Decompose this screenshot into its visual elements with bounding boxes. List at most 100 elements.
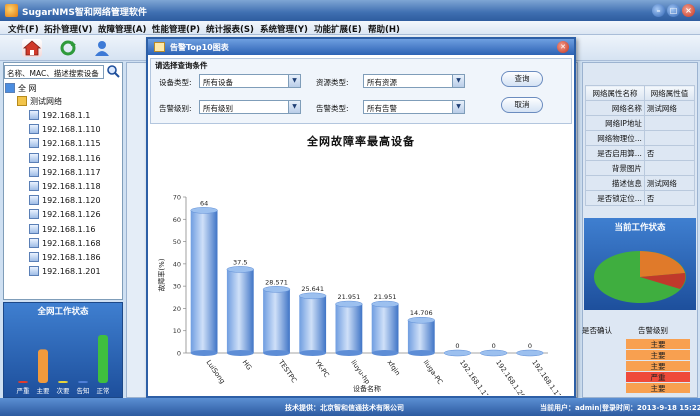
bar <box>226 269 254 353</box>
user-icon[interactable] <box>92 39 112 57</box>
status-label: 正常 <box>97 386 110 395</box>
property-row: 背景图片 <box>585 160 696 176</box>
chevron-down-icon: ▼ <box>288 101 300 113</box>
alarm-level-cell: 主要 <box>626 361 690 371</box>
query-button[interactable]: 查询 <box>501 71 543 87</box>
tree-node[interactable]: 192.168.1.201 <box>29 266 101 279</box>
menu-fault[interactable]: 故障管理(A) <box>98 23 146 35</box>
bar-value-label: 0 <box>455 342 459 350</box>
bar <box>263 289 290 353</box>
bar-value-label: 21.951 <box>338 293 361 301</box>
bar-value-label: 0 <box>528 342 532 350</box>
property-row: 网络IP地址 <box>585 115 696 131</box>
bar-top <box>226 266 254 273</box>
status-bar-1 <box>38 349 48 383</box>
category-label: TESTPC <box>276 358 298 385</box>
properties-table: 网络属性名称 网络属性值 网络名称 测试网络 网络IP地址 网络物理位... 是否启用算… <box>585 85 696 206</box>
menu-extensions[interactable]: 功能扩展(E) <box>314 23 362 35</box>
bar-base <box>371 350 399 356</box>
property-row: 网络物理位... <box>585 130 696 146</box>
tree-root[interactable]: 全 网 <box>5 83 37 96</box>
window-title: SugarNMS智和网络管理软件 <box>22 8 147 18</box>
category-label: 192.168.1.117 <box>458 359 493 395</box>
device-icon <box>29 209 39 220</box>
menu-reports[interactable]: 统计报表(S) <box>206 23 254 35</box>
current-state-panel: 当前工作状态 <box>584 218 696 310</box>
device-icon <box>29 110 39 120</box>
refresh-icon[interactable] <box>58 39 78 57</box>
status-label: 主要 <box>37 386 51 395</box>
fault-rate-bar-chart: 0 10 20 30 40 50 60 70 故障率(%) 64 LuiSong 37.5 HG 28.5… <box>157 194 565 396</box>
property-name: 是否锁定位... <box>585 190 645 206</box>
alarm-level-header: 告警级别 <box>638 326 668 335</box>
device-type-select[interactable]: 所有设备 ▼ <box>199 74 301 88</box>
dialog-close-icon[interactable]: ✕ <box>557 41 569 53</box>
tree-node[interactable]: 192.168.1.118 <box>29 181 101 194</box>
tree-node[interactable]: 192.168.1.120 <box>29 195 101 208</box>
alarm-type-label: 告警类型: <box>316 104 349 113</box>
title-bar: SugarNMS智和网络管理软件 – □ × <box>0 0 700 21</box>
bar-base <box>299 350 327 356</box>
property-value: 否 <box>643 145 696 161</box>
property-name: 描述信息 <box>585 175 645 191</box>
bar-value-label: 64 <box>200 199 208 207</box>
status-label: 告知 <box>77 386 90 395</box>
property-value <box>643 160 696 176</box>
menu-bar: 文件(F) 拓扑管理(V) 故障管理(A) 性能管理(P) 统计报表(S) 系统… <box>0 21 700 35</box>
search-icon[interactable] <box>106 64 121 79</box>
y-tick-label: 20 <box>173 305 181 313</box>
menu-help[interactable]: 帮助(H) <box>368 23 400 35</box>
property-name: 网络物理位... <box>585 130 645 146</box>
maximize-button[interactable]: □ <box>667 4 680 17</box>
alarm-level-select[interactable]: 所有级别 ▼ <box>199 100 301 114</box>
category-label: 192.168.1.201 <box>494 359 529 395</box>
category-label: liuga-PC <box>422 359 445 387</box>
menu-performance[interactable]: 性能管理(P) <box>152 23 200 35</box>
alarm-type-select[interactable]: 所有告警 ▼ <box>363 100 465 114</box>
resource-type-select[interactable]: 所有资源 ▼ <box>363 74 465 88</box>
cancel-button[interactable]: 取消 <box>501 97 543 113</box>
status-bar-0 <box>18 381 28 383</box>
user-login-text: 当前用户：admin|登录时间：2013-9-18 15:22:19 <box>540 404 700 412</box>
property-value: 测试网络 <box>643 175 696 191</box>
minimize-button[interactable]: – <box>652 4 665 17</box>
bar-top <box>190 207 218 214</box>
bar <box>407 320 435 353</box>
bar <box>371 304 399 353</box>
tree-node[interactable]: 192.168.1.1 <box>29 110 90 123</box>
tree-node[interactable]: 192.168.1.117 <box>29 166 101 180</box>
menu-topology[interactable]: 拓扑管理(V) <box>44 23 92 35</box>
y-tick-label: 60 <box>173 216 181 224</box>
status-label: 次要 <box>57 386 71 395</box>
device-icon <box>29 152 39 163</box>
close-button[interactable]: × <box>682 4 695 17</box>
home-icon[interactable] <box>22 39 42 57</box>
category-label: YK-PC <box>312 358 330 379</box>
menu-file[interactable]: 文件(F) <box>8 23 39 35</box>
y-tick-label: 70 <box>173 194 181 202</box>
tree-node[interactable]: 192.168.1.126 <box>29 209 101 222</box>
menu-system[interactable]: 系统管理(Y) <box>260 23 308 35</box>
chevron-down-icon: ▼ <box>452 101 464 113</box>
tree-node[interactable]: 192.168.1.168 <box>29 237 101 251</box>
bar <box>335 304 363 353</box>
bar-top <box>299 292 327 300</box>
property-name: 网络名称 <box>585 100 645 116</box>
bar-value-label: 37.5 <box>233 258 247 266</box>
tree-node[interactable]: 192.168.1.186 <box>29 252 101 265</box>
property-value: 否 <box>643 190 696 206</box>
bar-value-label: 28.571 <box>265 278 288 286</box>
status-bar: 技术提供：北京智和信通技术有限公司 当前用户：admin|登录时间：2013-9… <box>0 398 700 416</box>
tree-node[interactable]: 192.168.1.16 <box>29 223 95 237</box>
bar-top <box>407 316 435 324</box>
bar-base <box>407 350 435 356</box>
tree-node[interactable]: 192.168.1.116 <box>29 152 101 166</box>
bar-base <box>190 350 218 356</box>
device-search-input[interactable]: 名称、MAC、描述搜索设备 <box>4 65 104 79</box>
bar-top <box>371 300 399 308</box>
network-status-chart: 严重 主要 次要 告知 正常 <box>17 335 110 395</box>
tree-node[interactable]: 192.168.1.110 <box>29 124 101 137</box>
tree-node[interactable]: 192.168.1.115 <box>29 138 101 151</box>
bar-value-label: 14.706 <box>410 309 433 317</box>
tree-group[interactable]: 测试网络 <box>17 96 62 109</box>
